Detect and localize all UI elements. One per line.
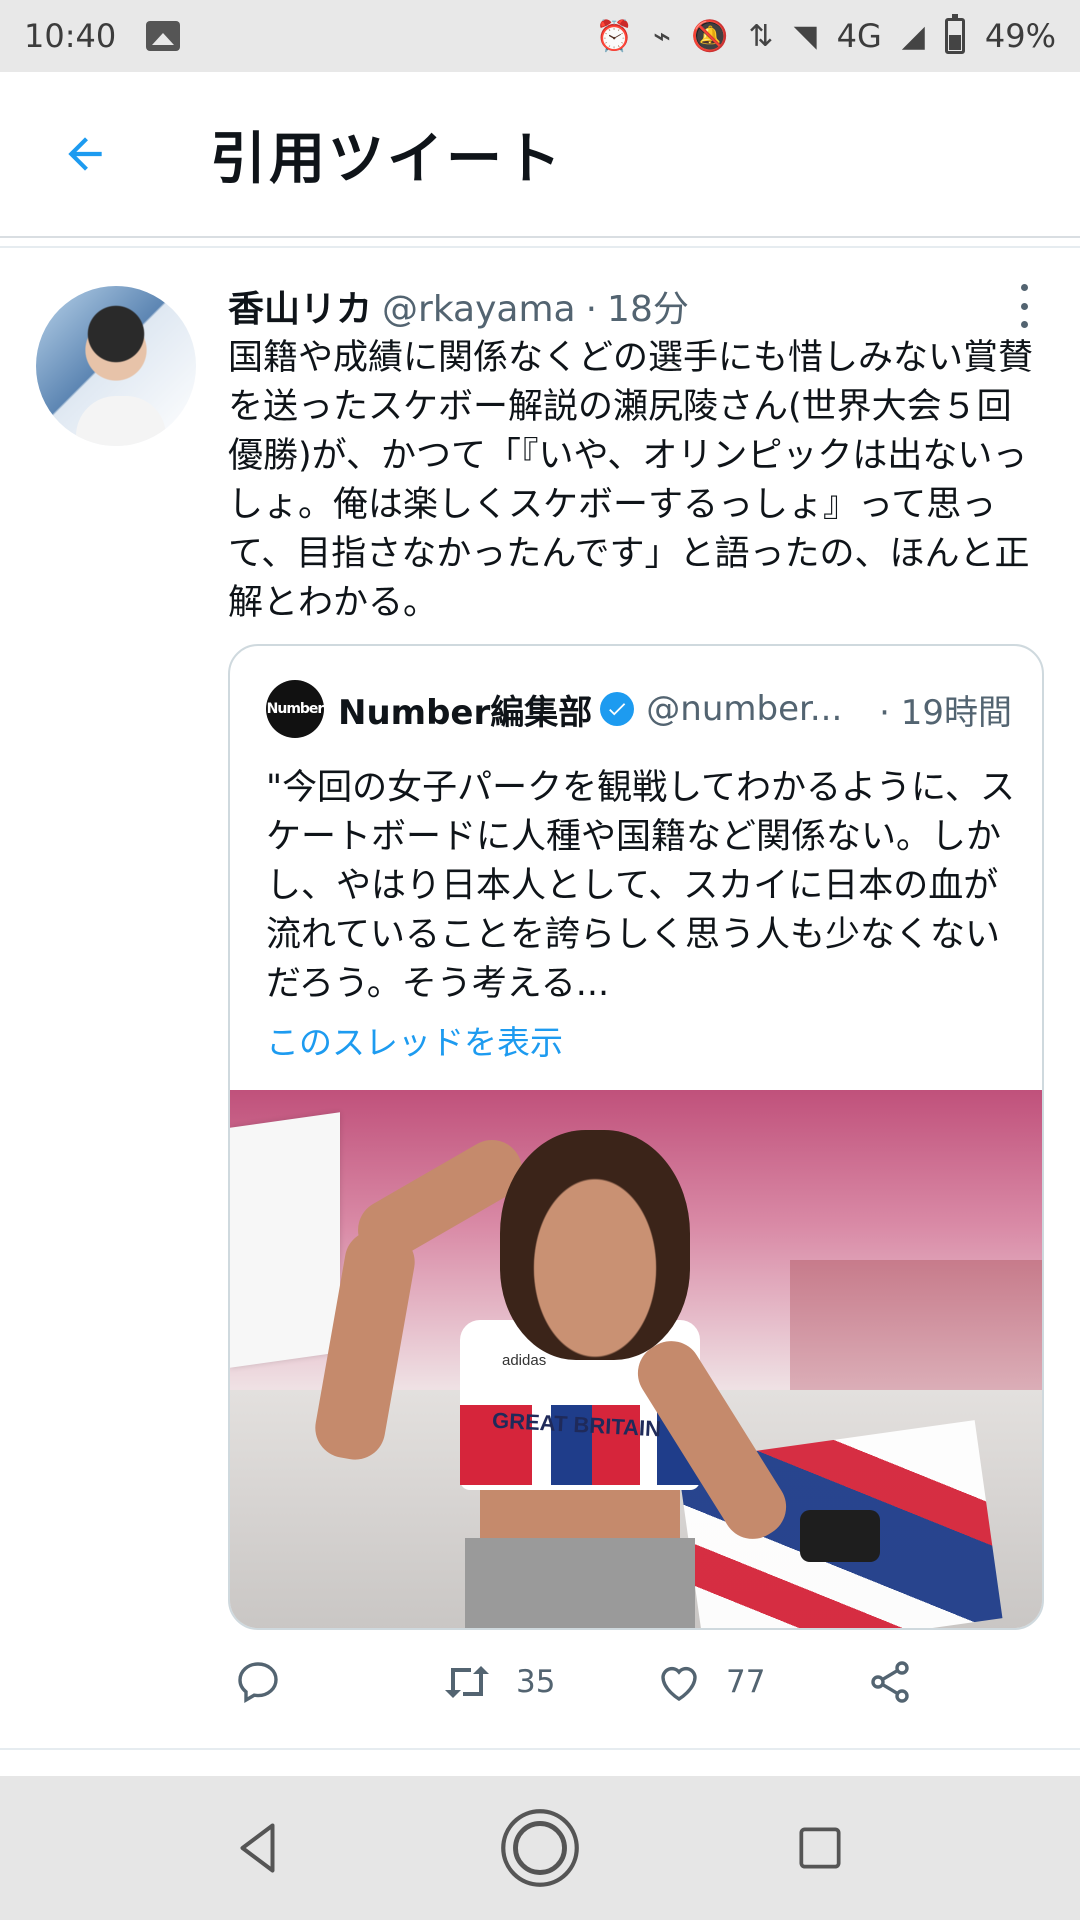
- retweet-count: 35: [516, 1664, 556, 1700]
- more-dot-icon: [1020, 321, 1028, 328]
- app-header: 引用ツイート: [0, 72, 1080, 238]
- image-belly: [480, 1490, 680, 1540]
- quoted-tweet[interactable]: Number Number編集部 @number... · 19時間 "今回の女…: [228, 644, 1044, 1630]
- home-circle-icon: [501, 1809, 579, 1887]
- image-logo-text: adidas: [502, 1352, 547, 1369]
- quoted-separator: ·: [879, 692, 890, 733]
- meta-separator: ·: [585, 289, 598, 330]
- tweet-time[interactable]: 18分: [607, 280, 689, 332]
- status-time: 10:40: [24, 17, 117, 55]
- battery-icon: [944, 14, 965, 54]
- author-avatar[interactable]: [36, 286, 196, 446]
- image-shorts: [465, 1538, 695, 1628]
- alarm-icon: ⏰: [595, 18, 633, 54]
- verified-badge-icon: [600, 692, 635, 726]
- wifi-icon: ◥: [793, 18, 817, 54]
- retweet-button[interactable]: 35: [440, 1658, 555, 1706]
- avatar-shirt: [76, 396, 166, 446]
- triangle-back-icon: [240, 1823, 275, 1873]
- signal-icon: ◢: [901, 18, 925, 54]
- battery-fill: [948, 35, 961, 50]
- status-icons: ⏰ ⌁ 🔕 ⇅ ◥ 4G ◢ 49%: [595, 14, 1056, 55]
- author-handle[interactable]: @rkayama: [382, 289, 576, 330]
- quoted-author-handle: @number...: [646, 689, 843, 729]
- quoted-author-name: Number編集部: [338, 692, 593, 733]
- more-dot-icon: [1020, 284, 1028, 291]
- quoted-avatar: Number: [266, 680, 324, 738]
- tweet-actions: 35 77: [228, 1642, 1044, 1722]
- nfc-icon: ⌁: [653, 18, 672, 54]
- nav-back-button[interactable]: [210, 1798, 310, 1898]
- like-button[interactable]: 77: [654, 1658, 765, 1706]
- like-count: 77: [726, 1664, 766, 1700]
- quoted-text: "今回の女子パークを観戦してわかるように、スケートボードに人種や国籍など関係ない…: [266, 768, 1016, 1004]
- image-glove: [800, 1510, 880, 1562]
- share-button[interactable]: [866, 1658, 914, 1706]
- battery-percent: 49%: [984, 17, 1056, 55]
- data-arrows-icon: ⇅: [748, 18, 774, 54]
- nav-home-button[interactable]: [490, 1798, 590, 1898]
- retweet-icon: [445, 1666, 489, 1698]
- network-type: 4G: [836, 17, 882, 55]
- tweet-content: 香山リカ @rkayama · 18分 国籍や成績に関係なくどの選手にも惜しみな…: [228, 280, 1044, 628]
- image-head: [500, 1130, 690, 1360]
- show-thread-link[interactable]: このスレッドを表示: [266, 1016, 563, 1064]
- arrow-left-icon: [68, 137, 102, 171]
- quoted-time-text: 19時間: [900, 692, 1012, 733]
- tweet-meta: 香山リカ @rkayama · 18分: [228, 280, 1044, 330]
- status-bar: 10:40 ⏰ ⌁ 🔕 ⇅ ◥ 4G ◢ 49%: [0, 0, 1080, 72]
- square-recents-icon: [799, 1827, 841, 1869]
- quoted-meta: Number Number編集部 @number... · 19時間: [266, 680, 1012, 738]
- author-name[interactable]: 香山リカ: [228, 280, 372, 332]
- share-icon: [871, 1661, 909, 1703]
- image-towel: [230, 1112, 340, 1368]
- heart-icon: [661, 1666, 697, 1701]
- notifications-off-icon: 🔕: [691, 18, 729, 54]
- reply-icon: [238, 1662, 278, 1703]
- more-dot-icon: [1020, 302, 1028, 310]
- quoted-image[interactable]: adidas GREAT BRITAIN: [230, 1090, 1042, 1628]
- nav-recents-button[interactable]: [770, 1798, 870, 1898]
- quoted-time: · 19時間: [879, 685, 1012, 734]
- reply-button[interactable]: [234, 1658, 304, 1706]
- tweet-divider: [0, 1748, 1080, 1750]
- header-divider: [0, 246, 1080, 248]
- more-options-button[interactable]: [1014, 284, 1034, 328]
- tweet-text: 国籍や成績に関係なくどの選手にも惜しみない賞賛を送ったスケボー解説の瀬尻陵さん(…: [228, 338, 1034, 623]
- page-title: 引用ツイート: [210, 126, 564, 192]
- tweet[interactable]: 香山リカ @rkayama · 18分 国籍や成績に関係なくどの選手にも惜しみな…: [0, 250, 1080, 1750]
- navigation-bar: [0, 1776, 1080, 1920]
- gallery-icon: [146, 21, 181, 51]
- back-button[interactable]: [40, 109, 130, 199]
